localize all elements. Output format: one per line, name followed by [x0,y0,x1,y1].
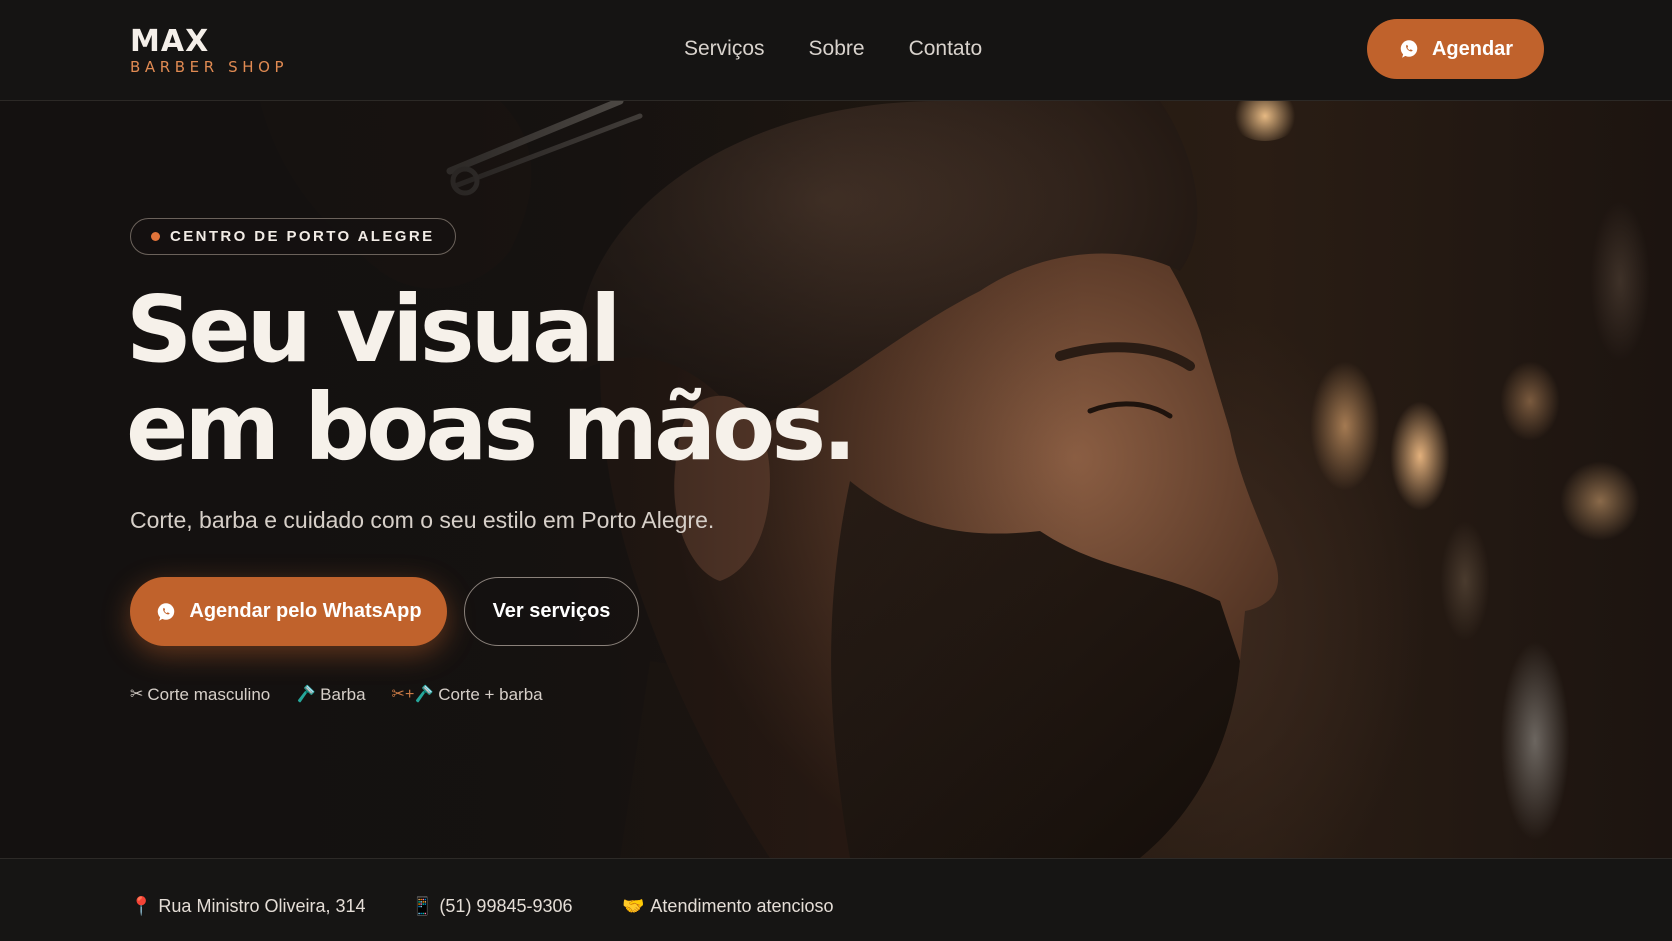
dot-icon [151,232,160,241]
agendar-whatsapp-button[interactable]: Agendar pelo WhatsApp [130,577,447,646]
ver-servicos-button[interactable]: Ver serviços [464,577,639,646]
hero-content: CENTRO DE PORTO ALEGRE Seu visual em boa… [126,101,930,858]
service-label: Barba [320,685,366,704]
scissors-icon: ✂ [130,686,144,703]
phone-text: (51) 99845-9306 [439,896,573,916]
nav-item-sobre[interactable]: Sobre [809,36,865,62]
phone-info[interactable]: 📱 (51) 99845-9306 [411,895,573,917]
service-item-barba: 🪒 Barba [296,684,365,706]
nav-item-contato[interactable]: Contato [909,36,983,62]
service-label: Corte + barba [438,685,543,704]
agendar-button[interactable]: Agendar [1367,19,1544,79]
handshake-icon: 🤝 [622,896,645,916]
hero-headline-line-2: em boas mãos. [126,374,857,481]
scissors-razor-icon: ✂+🪒 [391,686,435,703]
brand-name: MAX [130,24,210,59]
whatsapp-icon [158,602,175,621]
hero-headline-line-1: Seu visual [126,276,622,383]
hero-section: CENTRO DE PORTO ALEGRE Seu visual em boa… [0,101,1672,858]
whatsapp-icon [1400,40,1418,58]
service-item-corte: ✂ Corte masculino [130,684,270,706]
brand-tagline: BARBER SHOP [130,58,289,76]
hero-headline: Seu visual em boas mãos. [126,281,946,477]
service-note-info: 🤝 Atendimento atencioso [622,895,834,917]
site-header: MAX BARBER SHOP Serviços Sobre Contato A… [0,0,1672,101]
location-badge: CENTRO DE PORTO ALEGRE [130,218,456,255]
agendar-whatsapp-label: Agendar pelo WhatsApp [189,600,422,622]
brand-logo[interactable]: MAX BARBER SHOP [130,24,289,77]
address-info: 📍 Rua Ministro Oliveira, 314 [130,895,366,917]
service-note-text: Atendimento atencioso [650,896,834,916]
pin-icon: 📍 [130,896,153,916]
location-badge-label: CENTRO DE PORTO ALEGRE [170,228,435,245]
services-list: ✂ Corte masculino 🪒 Barba ✂+🪒 Corte + ba… [130,684,543,706]
ver-servicos-label: Ver serviços [492,600,611,622]
agendar-button-label: Agendar [1431,37,1514,60]
main-nav: Serviços Sobre Contato [684,36,982,62]
service-label: Corte masculino [147,685,271,704]
address-text: Rua Ministro Oliveira, 314 [158,896,366,916]
hero-subtitle: Corte, barba e cuidado com o seu estilo … [130,507,715,533]
phone-icon: 📱 [411,896,434,916]
razor-icon: 🪒 [296,686,317,703]
info-bar: 📍 Rua Ministro Oliveira, 314 📱 (51) 9984… [0,858,1672,941]
nav-item-servicos[interactable]: Serviços [684,36,765,62]
service-item-corte-barba: ✂+🪒 Corte + barba [392,684,543,706]
